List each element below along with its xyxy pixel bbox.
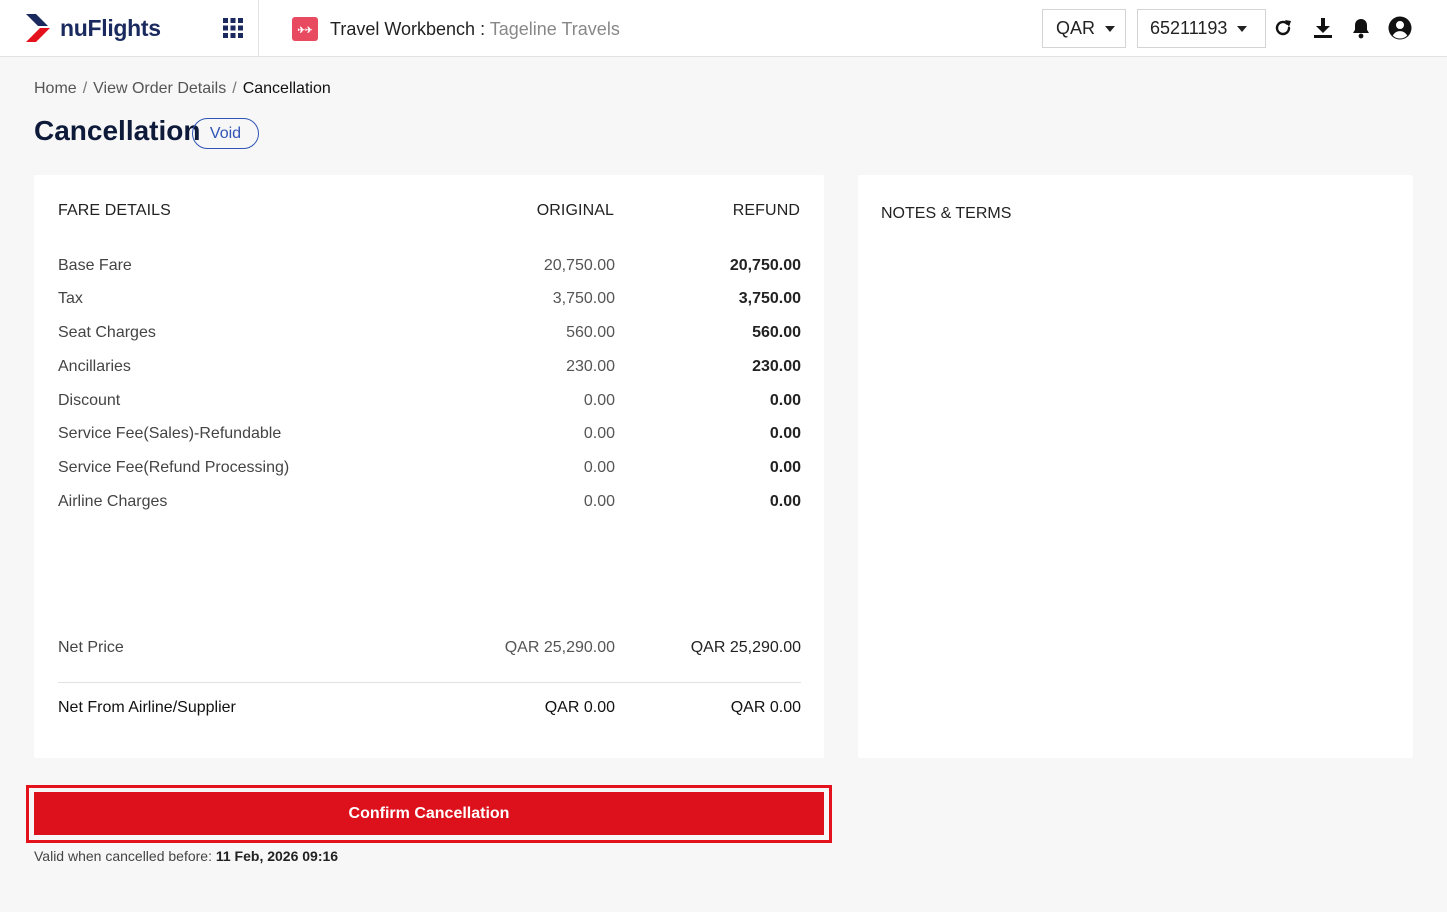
notes-terms-header: NOTES & TERMS: [881, 205, 1012, 222]
fare-original: 560.00: [566, 324, 615, 341]
bell-icon[interactable]: [1348, 15, 1374, 41]
chevron-down-icon: [1105, 25, 1116, 32]
refund-column-header: REFUND: [732, 202, 800, 219]
fare-label: Service Fee(Refund Processing): [58, 459, 290, 476]
fare-original: 3,750.00: [552, 290, 615, 307]
fare-row-base-fare: Base Fare 20,750.00 20,750.00: [34, 257, 824, 277]
net-supplier-refund: QAR 0.00: [730, 699, 801, 716]
page-title: Cancellation: [34, 115, 201, 146]
fare-label: Service Fee(Sales)-Refundable: [58, 425, 282, 442]
fare-original: 20,750.00: [543, 257, 615, 274]
workbench-separator: :: [475, 19, 490, 39]
user-circle-icon[interactable]: [1387, 15, 1413, 41]
fare-label: Base Fare: [58, 257, 132, 274]
header-divider: [258, 0, 259, 57]
divider: [58, 682, 801, 683]
chevron-down-icon: [1237, 25, 1248, 32]
fare-label: Tax: [58, 290, 83, 307]
account-dropdown[interactable]: 65211193: [1137, 9, 1266, 48]
workbench-title: Travel Workbench : Tageline Travels: [330, 19, 620, 40]
fare-refund: 3,750.00: [738, 290, 801, 307]
breadcrumb: Home / View Order Details / Cancellation: [34, 80, 331, 98]
fare-row-ancillaries: Ancillaries 230.00 230.00: [34, 358, 824, 378]
top-bar: nuFlights ✈✈ Travel Workbench : Tageline…: [0, 0, 1447, 57]
fare-original: 0.00: [583, 392, 615, 409]
fare-original: 0.00: [583, 459, 615, 476]
fare-refund: 230.00: [752, 358, 801, 375]
fare-refund: 0.00: [769, 459, 801, 476]
status-badge: Void: [192, 118, 259, 149]
fare-label: Seat Charges: [58, 324, 156, 341]
validity-prefix: Valid when cancelled before:: [34, 848, 216, 864]
validity-note: Valid when cancelled before: 11 Feb, 202…: [34, 848, 338, 864]
fare-original: 0.00: [583, 425, 615, 442]
nuflights-logo[interactable]: nuFlights: [24, 10, 161, 46]
fare-row-seat-charges: Seat Charges 560.00 560.00: [34, 324, 824, 344]
fare-refund: 0.00: [769, 392, 801, 409]
account-value: 65211193: [1150, 18, 1228, 38]
apps-grid-icon[interactable]: [222, 17, 244, 39]
fare-refund: 20,750.00: [729, 257, 801, 274]
fare-row-discount: Discount 0.00 0.00: [34, 392, 824, 412]
fare-label: Discount: [58, 392, 121, 409]
net-price-refund: QAR 25,290.00: [690, 639, 801, 656]
fare-refund: 0.00: [769, 493, 801, 510]
fare-details-card: FARE DETAILS ORIGINAL REFUND Base Fare 2…: [34, 175, 824, 758]
net-supplier-row: Net From Airline/Supplier QAR 0.00 QAR 0…: [34, 699, 824, 719]
workbench-name: Travel Workbench: [330, 19, 476, 39]
brand-name: nuFlights: [60, 14, 161, 41]
breadcrumb-current: Cancellation: [242, 80, 331, 97]
refresh-icon[interactable]: [1270, 15, 1296, 41]
fare-refund: 560.00: [752, 324, 801, 341]
breadcrumb-separator: /: [232, 80, 237, 97]
net-price-original: QAR 25,290.00: [504, 639, 615, 656]
fare-row-service-fee-sales: Service Fee(Sales)-Refundable 0.00 0.00: [34, 425, 824, 445]
fare-details-header: FARE DETAILS: [58, 202, 171, 219]
breadcrumb-separator: /: [82, 80, 88, 97]
nuflights-logo-mark-icon: [26, 14, 50, 42]
fare-original: 230.00: [566, 358, 615, 375]
net-supplier-original: QAR 0.00: [544, 699, 615, 716]
currency-dropdown[interactable]: QAR: [1042, 9, 1126, 48]
fare-original: 0.00: [583, 493, 615, 510]
net-price-row: Net Price QAR 25,290.00 QAR 25,290.00: [34, 639, 824, 659]
confirm-cancellation-button[interactable]: Confirm Cancellation: [34, 792, 824, 835]
fare-row-airline-charges: Airline Charges 0.00 0.00: [34, 493, 824, 513]
fare-refund: 0.00: [769, 425, 801, 442]
fare-label: Ancillaries: [58, 358, 131, 375]
fare-row-service-fee-refund: Service Fee(Refund Processing) 0.00 0.00: [34, 459, 824, 479]
breadcrumb-view-order-details[interactable]: View Order Details: [93, 80, 226, 97]
download-icon[interactable]: [1310, 15, 1336, 41]
agency-name: Tageline Travels: [489, 19, 620, 39]
svg-text:✈✈: ✈✈: [297, 25, 313, 35]
net-price-label: Net Price: [58, 639, 124, 656]
breadcrumb-home[interactable]: Home: [34, 80, 77, 97]
fare-row-tax: Tax 3,750.00 3,750.00: [34, 290, 824, 310]
currency-value: QAR: [1056, 18, 1096, 38]
ticket-icon: ✈✈: [292, 17, 318, 41]
fare-label: Airline Charges: [58, 493, 168, 510]
validity-date: 11 Feb, 2026 09:16: [215, 848, 339, 864]
net-supplier-label: Net From Airline/Supplier: [58, 699, 236, 716]
notes-terms-card: NOTES & TERMS: [858, 175, 1413, 758]
original-column-header: ORIGINAL: [536, 202, 614, 219]
